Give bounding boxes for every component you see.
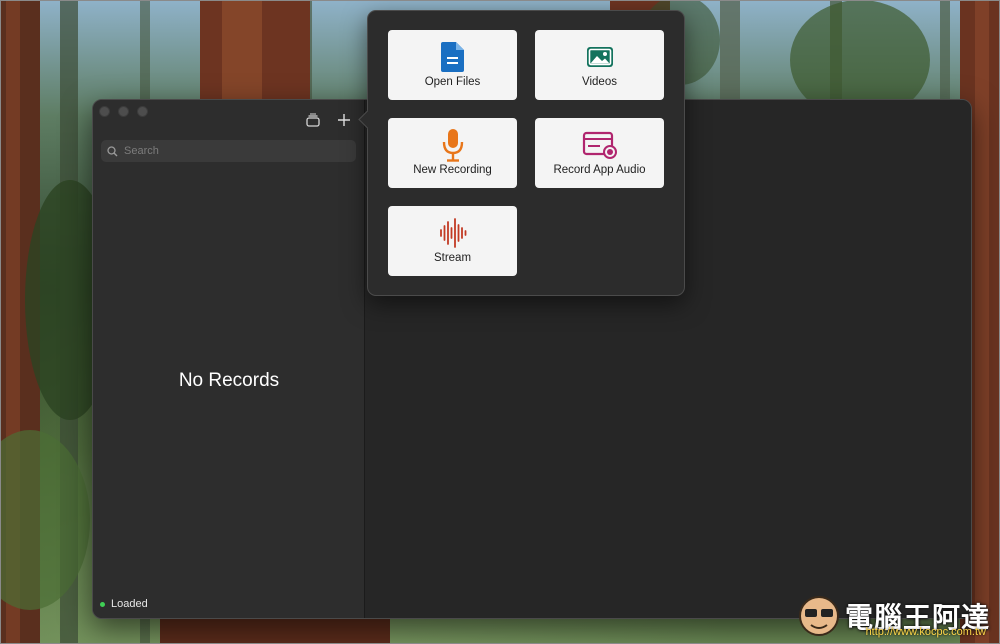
search-field[interactable] [101, 140, 356, 162]
search-input[interactable] [124, 145, 344, 157]
image-icon [586, 40, 614, 74]
stream-label: Stream [433, 252, 472, 264]
plus-icon [338, 114, 350, 126]
empty-state-title: No Records [178, 370, 280, 391]
search-icon [107, 145, 118, 156]
record-app-audio-button[interactable]: Record App Audio [535, 118, 664, 188]
stack-icon [306, 113, 320, 127]
status-indicator: Loaded [100, 598, 148, 610]
app-audio-icon [582, 128, 618, 162]
open-files-button[interactable]: Open Files [388, 30, 517, 100]
close-window-button[interactable] [99, 106, 110, 117]
sidebar: No Records Loaded [93, 100, 365, 618]
mascot-face-icon [798, 596, 839, 636]
new-item-popover: Open Files Videos New Recording Record A… [358, 10, 685, 296]
document-icon [440, 40, 466, 74]
zoom-window-button[interactable] [137, 106, 148, 117]
window-controls [99, 106, 148, 117]
record-app-audio-label: Record App Audio [553, 164, 646, 176]
site-watermark: 電腦王阿達 http://www.kocpc.com.tw [797, 594, 990, 638]
new-recording-label: New Recording [413, 164, 492, 176]
videos-label: Videos [582, 76, 617, 88]
minimize-window-button[interactable] [118, 106, 129, 117]
layers-button[interactable] [303, 110, 323, 130]
status-dot [100, 601, 105, 607]
waveform-icon [439, 216, 467, 250]
videos-button[interactable]: Videos [535, 30, 664, 100]
status-label: Loaded [111, 598, 148, 610]
new-recording-button[interactable]: New Recording [388, 118, 517, 188]
watermark-url: http://www.kocpc.com.tw [865, 626, 986, 638]
open-files-label: Open Files [424, 76, 481, 88]
add-button[interactable] [334, 110, 354, 130]
microphone-icon [441, 128, 465, 162]
stream-button[interactable]: Stream [388, 206, 517, 276]
